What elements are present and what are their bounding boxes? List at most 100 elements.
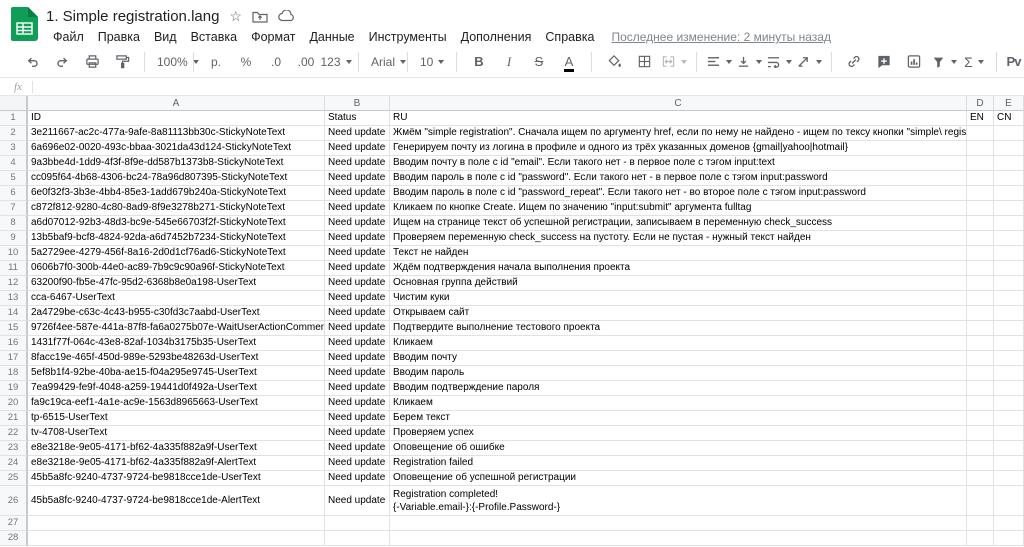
cell-cn[interactable]	[994, 456, 1024, 471]
filter-button[interactable]	[930, 50, 958, 74]
cell-id[interactable]: cc095f64-4b68-4306-bc24-78a96d807395-Sti…	[28, 171, 325, 186]
cell-status[interactable]: Need update	[325, 426, 390, 441]
menu-item[interactable]: Файл	[46, 28, 91, 46]
cell-en[interactable]	[967, 351, 994, 366]
cell-ru[interactable]: Вводим подтверждение пароля	[390, 381, 967, 396]
cell-cn[interactable]	[994, 291, 1024, 306]
cell-status[interactable]: Need update	[325, 231, 390, 246]
cell-id[interactable]: tv-4708-UserText	[28, 426, 325, 441]
font-family-select[interactable]: Arial	[367, 50, 399, 74]
more-formats-button[interactable]: 123	[322, 50, 350, 74]
text-color-button[interactable]: A	[555, 50, 583, 74]
row-number[interactable]: 9	[0, 231, 28, 246]
column-header-e[interactable]: E	[994, 96, 1024, 111]
cell-en[interactable]	[967, 156, 994, 171]
cell-id[interactable]: tp-6515-UserText	[28, 411, 325, 426]
row-number[interactable]: 19	[0, 381, 28, 396]
cell-ru[interactable]: Вводим пароль	[390, 366, 967, 381]
cell-cn[interactable]	[994, 531, 1024, 546]
cell-en[interactable]	[967, 441, 994, 456]
row-number[interactable]: 26	[0, 486, 28, 516]
cell-id[interactable]: 5a2729ee-4279-456f-8a16-2d0d1cf76ad6-Sti…	[28, 246, 325, 261]
menu-item[interactable]: Справка	[538, 28, 601, 46]
cell-status[interactable]: Need update	[325, 411, 390, 426]
cell-cn[interactable]	[994, 471, 1024, 486]
menu-item[interactable]: Данные	[302, 28, 361, 46]
cell-en[interactable]	[967, 411, 994, 426]
vertical-align-button[interactable]	[735, 50, 763, 74]
row-number[interactable]: 17	[0, 351, 28, 366]
cell-cn[interactable]	[994, 126, 1024, 141]
cell-id[interactable]: ID	[28, 111, 325, 126]
cell-id[interactable]: 13b5baf9-bcf8-4824-92da-a6d7452b7234-Sti…	[28, 231, 325, 246]
cell-id[interactable]: cca-6467-UserText	[28, 291, 325, 306]
document-title[interactable]: 1. Simple registration.lang	[46, 8, 219, 25]
last-edit-link[interactable]: Последнее изменение: 2 минуты назад	[611, 30, 831, 44]
cell-ru[interactable]: Ищем на странице текст об успешной регис…	[390, 216, 967, 231]
cell-status[interactable]: Need update	[325, 351, 390, 366]
cell-en[interactable]	[967, 471, 994, 486]
increase-decimal-button[interactable]: .00	[292, 50, 320, 74]
menu-item[interactable]: Дополнения	[454, 28, 539, 46]
menu-item[interactable]: Формат	[244, 28, 302, 46]
cell-ru[interactable]	[390, 516, 967, 531]
row-number[interactable]: 25	[0, 471, 28, 486]
cell-id[interactable]: 5ef8b1f4-92be-40ba-ae15-f04a295e9745-Use…	[28, 366, 325, 381]
cell-ru[interactable]: Кликаем	[390, 336, 967, 351]
cell-cn[interactable]	[994, 216, 1024, 231]
row-number[interactable]: 5	[0, 171, 28, 186]
cell-status[interactable]: Need update	[325, 126, 390, 141]
cell-cn[interactable]	[994, 366, 1024, 381]
cell-en[interactable]	[967, 336, 994, 351]
cell-id[interactable]: e8e3218e-9e05-4171-bf62-4a335f882a9f-Ale…	[28, 456, 325, 471]
cell-status[interactable]: Need update	[325, 381, 390, 396]
undo-button[interactable]	[18, 50, 46, 74]
cell-status[interactable]: Need update	[325, 276, 390, 291]
cell-ru[interactable]: Вводим пароль в поле с id "password_repe…	[390, 186, 967, 201]
star-icon[interactable]: ☆	[229, 8, 242, 25]
column-header-d[interactable]: D	[967, 96, 994, 111]
cell-en[interactable]	[967, 276, 994, 291]
cell-ru[interactable]: Registration failed	[390, 456, 967, 471]
cell-id[interactable]: 0606b7f0-300b-44e0-ac89-7b9c9c90a96f-Sti…	[28, 261, 325, 276]
cell-ru[interactable]	[390, 531, 967, 546]
cell-status[interactable]: Need update	[325, 471, 390, 486]
cell-ru[interactable]: Вводим пароль в поле с id "password". Ес…	[390, 171, 967, 186]
row-number[interactable]: 20	[0, 396, 28, 411]
print-button[interactable]	[78, 50, 106, 74]
functions-button[interactable]: Σ	[960, 50, 988, 74]
row-number[interactable]: 3	[0, 141, 28, 156]
cell-en[interactable]	[967, 261, 994, 276]
cell-id[interactable]	[28, 531, 325, 546]
cell-id[interactable]: c872f812-9280-4c80-8ad9-8f9e3278b271-Sti…	[28, 201, 325, 216]
redo-button[interactable]	[48, 50, 76, 74]
cell-en[interactable]	[967, 306, 994, 321]
column-header-c[interactable]: C	[390, 96, 967, 111]
cell-ru[interactable]: RU	[390, 111, 967, 126]
row-number[interactable]: 21	[0, 411, 28, 426]
row-number[interactable]: 6	[0, 186, 28, 201]
select-all-corner[interactable]	[0, 96, 28, 111]
cell-en[interactable]	[967, 126, 994, 141]
row-number[interactable]: 14	[0, 306, 28, 321]
cell-id[interactable]: 45b5a8fc-9240-4737-9724-be9818cce1de-Ale…	[28, 486, 325, 516]
cell-id[interactable]: 1431f77f-064c-43e8-82af-1034b3175b35-Use…	[28, 336, 325, 351]
addon-button[interactable]: Pv	[1005, 50, 1024, 74]
cell-id[interactable]: 45b5a8fc-9240-4737-9724-be9818cce1de-Use…	[28, 471, 325, 486]
fill-color-button[interactable]	[600, 50, 628, 74]
cell-ru[interactable]: Чистим куки	[390, 291, 967, 306]
cell-cn[interactable]	[994, 246, 1024, 261]
cell-status[interactable]: Need update	[325, 201, 390, 216]
cell-ru[interactable]: Текст не найден	[390, 246, 967, 261]
borders-button[interactable]	[630, 50, 658, 74]
cell-id[interactable]: 9a3bbe4d-1dd9-4f3f-8f9e-dd587b1373b8-Sti…	[28, 156, 325, 171]
cell-status[interactable]: Status	[325, 111, 390, 126]
cell-status[interactable]: Need update	[325, 216, 390, 231]
row-number[interactable]: 7	[0, 201, 28, 216]
cell-cn[interactable]	[994, 306, 1024, 321]
italic-button[interactable]: I	[495, 50, 523, 74]
cell-status[interactable]: Need update	[325, 306, 390, 321]
cell-en[interactable]	[967, 366, 994, 381]
cell-en[interactable]	[967, 171, 994, 186]
cell-id[interactable]: 6a696e02-0020-493c-bbaa-3021da43d124-Sti…	[28, 141, 325, 156]
